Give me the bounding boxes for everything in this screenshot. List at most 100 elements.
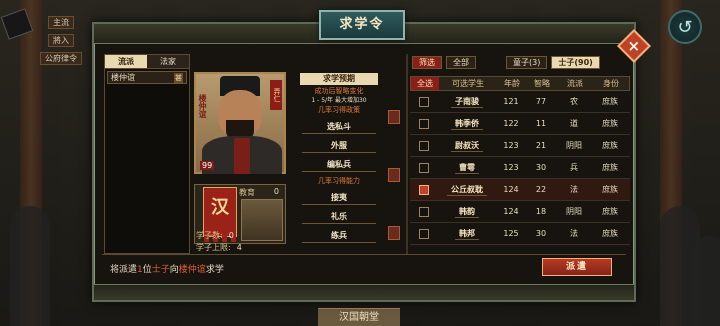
row-checkbox-cell [410,118,438,129]
column-header[interactable]: 流派 [557,77,593,90]
scroll-icon [388,168,400,182]
table-row[interactable]: 尉叔沃 123 21 阴阳 庶族 [410,135,630,157]
education-label: 教育 [239,188,255,197]
study-expectation-column: 求学预期 成功后智略变化 1 - 5/年 最大增加30 几率习得政策 选私斗 外… [290,72,388,243]
table-header: 全选 可选学生 年龄 智略 流派 身份 [410,76,630,91]
row-checkbox-cell [410,184,438,195]
row-checkbox[interactable] [419,140,429,151]
student-name-cell: 尉叔沃 [438,140,496,152]
message-text: 求学 [205,265,224,275]
filter-boy-button[interactable]: 童子(3) [506,56,548,69]
student-name-cell: 公丘叔耽 [438,184,496,196]
row-checkbox-cell [410,162,438,173]
column-header[interactable]: 智略 [527,77,557,90]
court-label[interactable]: 汉国朝堂 [318,308,400,326]
filter-all-button[interactable]: 全部 [446,56,476,69]
table-row[interactable]: 韩韵 124 18 阴阳 庶族 [410,201,630,223]
close-icon: × [627,36,641,55]
student-name-cell: 韩季侨 [438,118,496,130]
row-checkbox[interactable] [419,96,429,107]
teacher-name: 楼仲谊 [111,73,135,82]
filter-bar: 筛选 全部 童子(3) 士子(90) [412,56,600,70]
school-cell: 农 [570,97,578,106]
school-cell: 道 [570,119,578,128]
student-count-value: 0 [228,231,234,240]
wisdom-cell: 11 [535,119,547,128]
row-checkbox[interactable] [419,184,429,195]
tag-enter[interactable]: 將入 [48,34,74,47]
student-name-cell: 韩邦 [438,228,496,240]
tag-law[interactable]: 公府律令 [40,52,82,65]
message-text: 位 [142,265,152,275]
tag-mainstream[interactable]: 主流 [48,16,74,29]
school-panel: 流派 法家 楼仲谊 甚 [104,54,190,254]
return-arrow-icon: ↺ [677,16,693,38]
age-cell: 125 [503,229,519,238]
policy-skill[interactable]: 外服 [302,139,376,153]
row-checkbox-cell [410,140,438,151]
table-row[interactable]: 韩季侨 122 11 道 庶族 [410,113,630,135]
age-cell: 122 [503,119,519,128]
back-button[interactable]: ↺ [668,10,702,44]
level-badge: 99 [200,161,215,170]
top-left-panel: 主流 將入 公府律令 [0,8,96,70]
age-cell: 123 [503,141,519,150]
student-limit-label: 学子上限: [196,243,231,252]
row-checkbox[interactable] [419,228,429,239]
student-name: 公丘叔耽 [447,184,487,196]
message-role: 士子 [151,265,170,275]
column-divider [406,54,408,254]
tab-legalist[interactable]: 法家 [147,55,189,68]
column-header[interactable]: 年龄 [497,77,527,90]
select-all-button[interactable]: 全选 [411,77,439,90]
dialog-frame-bottom [94,284,634,300]
teacher-portrait[interactable]: 弄仁 楼仲谊 99 [194,72,286,174]
study-order-dialog: 求学令 × 流派 法家 楼仲谊 甚 弄仁 楼仲谊 99 汉 教育 0 学子数: 0… [92,10,651,302]
table-row[interactable]: 公丘叔耽 124 22 法 庶族 [410,179,630,201]
filter-scholar-button[interactable]: 士子(90) [551,56,600,69]
student-table: 全选 可选学生 年龄 智略 流派 身份 子南骏 121 77 农 庶族 韩季侨 … [410,76,630,245]
student-limit-row: 学子上限: 4 [196,242,242,253]
ability-skill[interactable]: 礼乐 [302,210,376,224]
wisdom-cell: 30 [535,229,547,238]
skill-icon-strip [388,110,402,284]
policy-note: 几率习得政策 [318,106,360,114]
student-name: 子南骏 [451,96,483,108]
policy-skill[interactable]: 编私兵 [302,158,376,172]
background-figure [10,206,50,326]
row-checkbox[interactable] [419,206,429,217]
column-header[interactable]: 身份 [593,77,629,90]
ability-skill[interactable]: 接夷 [302,191,376,205]
message-target: 楼仲谊 [178,265,206,275]
row-checkbox[interactable] [419,162,429,173]
school-cell: 兵 [570,163,578,172]
policy-skill[interactable]: 选私斗 [302,120,376,134]
row-checkbox-cell [410,228,438,239]
row-checkbox[interactable] [419,118,429,129]
list-item[interactable]: 楼仲谊 甚 [107,71,187,84]
robe-trim [234,138,250,174]
identity-cell: 庶族 [602,163,618,172]
tab-school[interactable]: 流派 [105,55,147,68]
shelf-icon [0,8,34,40]
divider [102,254,626,255]
school-tabs: 流派 法家 [105,55,189,69]
student-name: 尉叔沃 [451,140,483,152]
dispatch-button[interactable]: 派遣 [542,258,612,276]
student-name: 曹雩 [455,162,479,174]
school-cell: 阴阳 [566,141,582,150]
student-name: 韩韵 [455,206,479,218]
filter-button[interactable]: 筛选 [412,56,442,69]
dialog-title: 求学令 [319,10,405,40]
seal-badge: 弄仁 [270,80,282,110]
message-text: 向 [169,265,179,275]
ability-skill[interactable]: 练兵 [302,229,376,243]
column-header: 可选学生 [452,79,484,88]
student-name-cell: 子南骏 [438,96,496,108]
table-row[interactable]: 韩邦 125 30 法 庶族 [410,223,630,245]
row-checkbox-cell [410,206,438,217]
school-cell: 阴阳 [566,207,582,216]
table-row[interactable]: 曹雩 123 30 兵 庶族 [410,157,630,179]
table-row[interactable]: 子南骏 121 77 农 庶族 [410,91,630,113]
school-cell: 法 [570,185,578,194]
